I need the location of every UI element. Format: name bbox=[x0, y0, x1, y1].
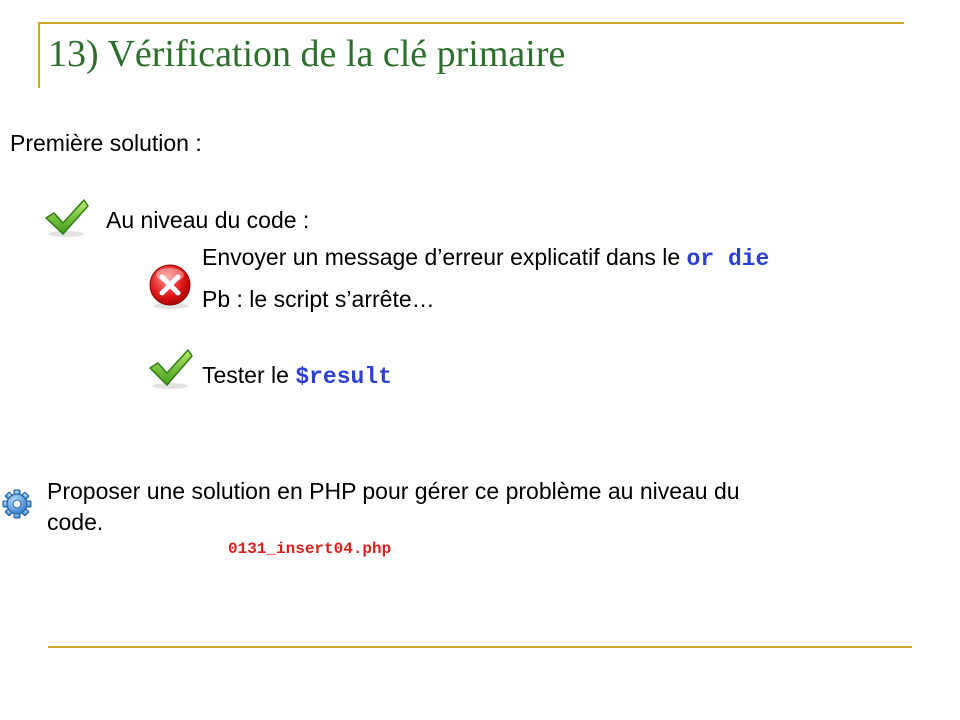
problem-text: Pb : le script s’arrête… bbox=[202, 286, 435, 312]
title-rule-left bbox=[38, 22, 40, 88]
result-code: $result bbox=[295, 364, 392, 390]
exercise-line-1: Proposer une solution en PHP pour gérer … bbox=[47, 478, 740, 504]
slide-title: 13) Vérification de la clé primaire bbox=[48, 33, 566, 75]
code-level-text: Au niveau du code : bbox=[106, 207, 310, 233]
check-icon bbox=[148, 348, 194, 390]
footer-rule bbox=[48, 646, 912, 648]
test-text: Tester le bbox=[202, 362, 296, 388]
send-message-text: Envoyer un message d’erreur explicatif d… bbox=[202, 244, 687, 270]
test-line: Tester le $result bbox=[202, 362, 392, 392]
cross-icon bbox=[148, 264, 194, 310]
gear-icon bbox=[2, 488, 32, 520]
php-file-link[interactable]: 0131_insert04.php bbox=[228, 540, 391, 558]
send-message-line: Envoyer un message d’erreur explicatif d… bbox=[202, 244, 769, 274]
intro-text: Première solution : bbox=[10, 130, 202, 156]
check-icon bbox=[44, 198, 90, 238]
title-rule-top bbox=[40, 22, 904, 24]
or-die-code: or die bbox=[686, 246, 770, 272]
exercise-line-2: code. bbox=[47, 509, 104, 535]
